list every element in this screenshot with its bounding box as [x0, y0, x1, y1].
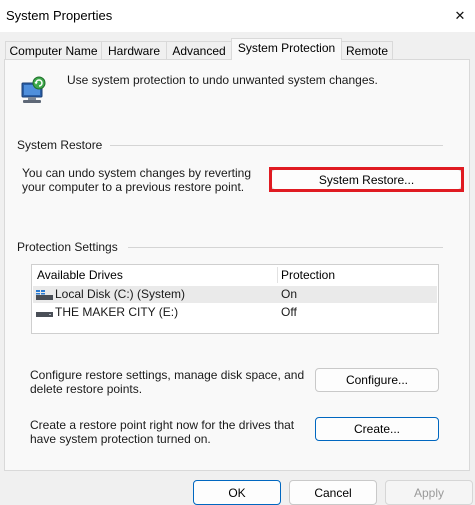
- drive-protection-status: Off: [281, 305, 297, 319]
- drive-name: THE MAKER CITY (E:): [55, 305, 179, 319]
- highlight-box: [269, 167, 464, 192]
- column-separator[interactable]: [277, 267, 278, 283]
- drive-name: Local Disk (C:) (System): [55, 287, 186, 301]
- window-title: System Properties: [6, 8, 113, 23]
- drive-protection-status: On: [281, 287, 298, 301]
- tab-advanced[interactable]: Advanced: [166, 41, 232, 60]
- tab-hardware[interactable]: Hardware: [101, 41, 167, 60]
- tab-computer-name[interactable]: Computer Name: [5, 41, 102, 60]
- system-drive-icon: [36, 289, 53, 300]
- drives-list[interactable]: Available Drives Protection Local Disk (…: [31, 264, 439, 334]
- system-protection-icon: [17, 74, 49, 106]
- close-button[interactable]: ✕: [445, 0, 475, 32]
- apply-button[interactable]: Apply: [385, 480, 473, 505]
- close-icon: ✕: [454, 8, 466, 23]
- configure-button[interactable]: Configure...: [315, 368, 439, 392]
- ok-button[interactable]: OK: [193, 480, 281, 505]
- create-button[interactable]: Create...: [315, 417, 439, 441]
- tab-system-protection[interactable]: System Protection: [231, 38, 342, 60]
- title-bar: System Properties ✕: [0, 0, 475, 32]
- intro-text: Use system protection to undo unwanted s…: [67, 73, 378, 87]
- create-description: Create a restore point right now for the…: [30, 418, 295, 446]
- drive-row-c[interactable]: Local Disk (C:) (System) On: [33, 286, 437, 303]
- drive-row-e[interactable]: THE MAKER CITY (E:) Off: [33, 304, 437, 321]
- tab-strip: Computer Name Hardware Advanced System P…: [0, 32, 475, 60]
- drive-icon: [36, 307, 53, 317]
- column-header-protection[interactable]: Protection: [281, 268, 335, 282]
- protection-settings-group-label: Protection Settings: [17, 240, 118, 254]
- column-header-drives[interactable]: Available Drives: [37, 268, 123, 282]
- cancel-button[interactable]: Cancel: [289, 480, 377, 505]
- protection-settings-group-line: [128, 247, 443, 248]
- dialog-footer: OK Cancel Apply: [0, 471, 475, 505]
- system-restore-description: You can undo system changes by reverting…: [22, 166, 252, 194]
- configure-description: Configure restore settings, manage disk …: [30, 368, 305, 396]
- system-restore-group-label: System Restore: [17, 138, 103, 152]
- system-restore-group-line: [110, 145, 443, 146]
- tab-remote[interactable]: Remote: [341, 41, 393, 60]
